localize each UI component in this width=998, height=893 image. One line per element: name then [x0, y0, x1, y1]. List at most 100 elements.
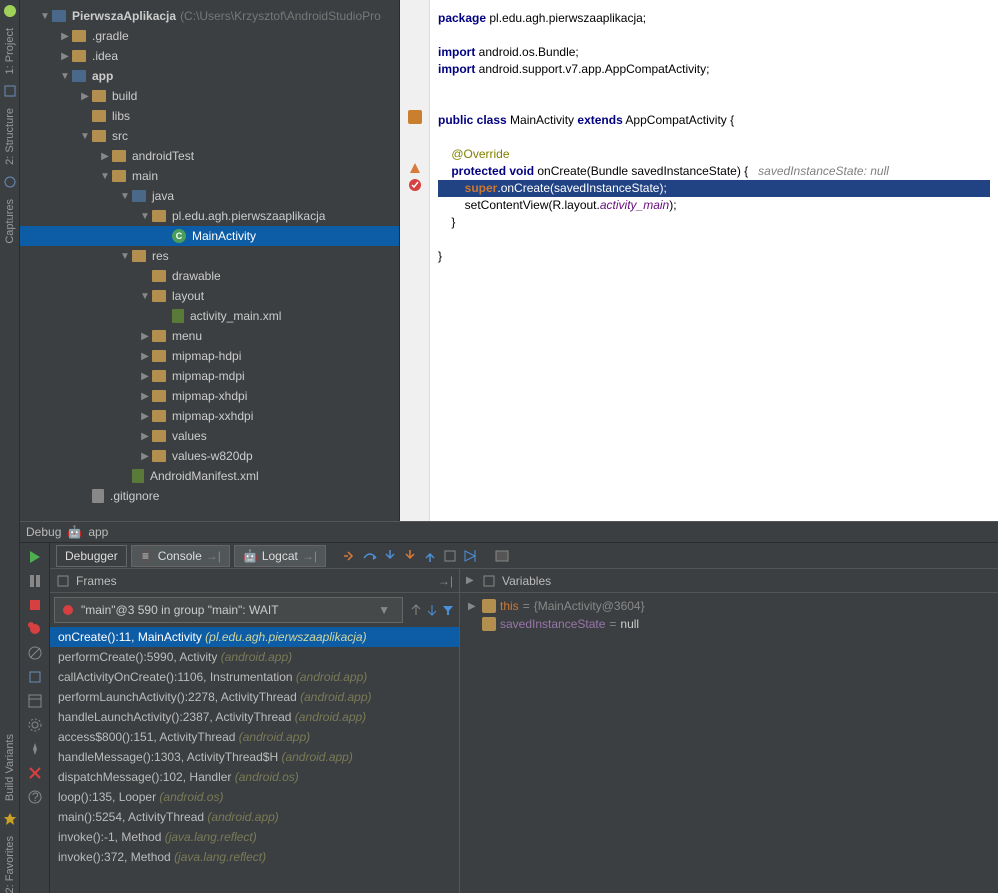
collapse-arrow-icon[interactable]: ▶: [60, 51, 70, 62]
tree-node-gitignore[interactable]: .gitignore: [20, 486, 399, 506]
step-over-icon[interactable]: [362, 548, 378, 564]
frame-row[interactable]: performLaunchActivity():2278, ActivityTh…: [50, 687, 459, 707]
tree-node-app[interactable]: ▼app: [20, 66, 399, 86]
variable-this[interactable]: ▶ this = {MainActivity@3604}: [468, 597, 990, 615]
tree-node-gradle[interactable]: ▶.gradle: [20, 26, 399, 46]
collapse-arrow-icon[interactable]: ▶: [100, 151, 110, 162]
structure-tool-tab[interactable]: 2: Structure: [4, 108, 16, 165]
collapse-arrow-icon[interactable]: ▶: [140, 371, 150, 382]
tree-node-drawable[interactable]: drawable: [20, 266, 399, 286]
get-thread-dump-icon[interactable]: [27, 669, 43, 685]
tree-node-androidtest[interactable]: ▶androidTest: [20, 146, 399, 166]
expand-arrow-icon[interactable]: ▼: [140, 291, 150, 302]
expand-arrow-icon[interactable]: ▼: [140, 211, 150, 222]
frame-row[interactable]: performCreate():5990, Activity (android.…: [50, 647, 459, 667]
restore-layout-icon[interactable]: [27, 693, 43, 709]
collapse-arrow-icon[interactable]: ▶: [140, 451, 150, 462]
collapse-arrow-icon[interactable]: ▶: [140, 391, 150, 402]
tree-node-libs[interactable]: libs: [20, 106, 399, 126]
frame-row[interactable]: onCreate():11, MainActivity (pl.edu.agh.…: [50, 627, 459, 647]
help-icon[interactable]: ?: [27, 789, 43, 805]
run-to-cursor-icon[interactable]: [462, 548, 478, 564]
prev-frame-icon[interactable]: [409, 603, 423, 617]
collapse-arrow-icon[interactable]: ▶: [80, 91, 90, 102]
frames-icon: [56, 574, 70, 588]
tree-node-manifest[interactable]: AndroidManifest.xml: [20, 466, 399, 486]
collapse-arrow-icon[interactable]: ▶: [140, 331, 150, 342]
tree-node-layout[interactable]: ▼layout: [20, 286, 399, 306]
tree-node-values[interactable]: ▶values: [20, 426, 399, 446]
close-icon[interactable]: [27, 765, 43, 781]
captures-tool-tab[interactable]: Captures: [4, 199, 16, 244]
frame-row[interactable]: access$800():151, ActivityThread (androi…: [50, 727, 459, 747]
expand-arrow-icon[interactable]: ▼: [100, 171, 110, 182]
resume-icon[interactable]: [27, 549, 43, 565]
frame-row[interactable]: loop():135, Looper (android.os): [50, 787, 459, 807]
mute-breakpoints-icon[interactable]: [27, 645, 43, 661]
show-execution-point-icon[interactable]: [342, 548, 358, 564]
tab-logcat[interactable]: 🤖Logcat→|: [234, 545, 326, 567]
collapse-arrow-icon[interactable]: ▶: [140, 431, 150, 442]
tree-node-mainactivity[interactable]: CMainActivity: [20, 226, 399, 246]
frame-row[interactable]: callActivityOnCreate():1106, Instrumenta…: [50, 667, 459, 687]
tree-node-mipmap-mdpi[interactable]: ▶mipmap-mdpi: [20, 366, 399, 386]
tree-node-idea[interactable]: ▶.idea: [20, 46, 399, 66]
step-out-icon[interactable]: [422, 548, 438, 564]
tree-node-mipmap-hdpi[interactable]: ▶mipmap-hdpi: [20, 346, 399, 366]
implement-up-icon[interactable]: [408, 161, 422, 176]
settings-icon[interactable]: [27, 717, 43, 733]
thread-selector[interactable]: "main"@3 590 in group "main": WAIT ▼: [54, 597, 403, 623]
view-breakpoints-icon[interactable]: [27, 621, 43, 637]
stop-icon[interactable]: [27, 597, 43, 613]
frame-row[interactable]: invoke():-1, Method (java.lang.reflect): [50, 827, 459, 847]
tree-node-src[interactable]: ▼src: [20, 126, 399, 146]
collapse-arrow-icon[interactable]: ▶: [140, 351, 150, 362]
expand-arrow-icon[interactable]: ▼: [40, 11, 50, 22]
expand-arrow-icon[interactable]: ▼: [60, 71, 70, 82]
code-editor[interactable]: package package pl.edu.agh.pierwszaaplik…: [400, 0, 998, 521]
evaluate-expression-icon[interactable]: [494, 548, 510, 564]
tree-node-activity-main-xml[interactable]: activity_main.xml: [20, 306, 399, 326]
frame-row[interactable]: invoke():372, Method (java.lang.reflect): [50, 847, 459, 867]
expand-arrow-icon[interactable]: ▼: [120, 191, 130, 202]
collapse-arrow-icon[interactable]: ▶: [466, 575, 476, 586]
tree-node-menu[interactable]: ▶menu: [20, 326, 399, 346]
drop-frame-icon[interactable]: [442, 548, 458, 564]
favorites-tool-tab[interactable]: 2: Favorites: [4, 836, 16, 893]
force-step-into-icon[interactable]: [402, 548, 418, 564]
breakpoint-checked-icon[interactable]: [408, 178, 422, 193]
next-frame-icon[interactable]: [425, 603, 439, 617]
collapse-arrow-icon[interactable]: ▶: [140, 411, 150, 422]
filter-icon[interactable]: [441, 603, 455, 617]
tree-node-res[interactable]: ▼res: [20, 246, 399, 266]
folder-icon: [152, 350, 166, 362]
tree-node-mipmap-xxhdpi[interactable]: ▶mipmap-xxhdpi: [20, 406, 399, 426]
pin-icon[interactable]: [27, 741, 43, 757]
code-content[interactable]: package package pl.edu.agh.pierwszaaplik…: [430, 0, 998, 521]
tree-node-build[interactable]: ▶build: [20, 86, 399, 106]
tab-debugger[interactable]: Debugger: [56, 545, 127, 567]
frame-row[interactable]: main():5254, ActivityThread (android.app…: [50, 807, 459, 827]
override-icon[interactable]: [408, 110, 422, 125]
tree-node-package[interactable]: ▼pl.edu.agh.pierwszaaplikacja: [20, 206, 399, 226]
hide-frames-icon[interactable]: →|: [438, 574, 453, 588]
frame-row[interactable]: handleLaunchActivity():2387, ActivityThr…: [50, 707, 459, 727]
variable-savedinstancestate[interactable]: savedInstanceState = null: [468, 615, 990, 633]
step-into-icon[interactable]: [382, 548, 398, 564]
frame-row[interactable]: dispatchMessage():102, Handler (android.…: [50, 767, 459, 787]
tree-node-mipmap-xhdpi[interactable]: ▶mipmap-xhdpi: [20, 386, 399, 406]
expand-arrow-icon[interactable]: ▼: [120, 251, 130, 262]
frame-row[interactable]: handleMessage():1303, ActivityThread$H (…: [50, 747, 459, 767]
tree-node-main[interactable]: ▼main: [20, 166, 399, 186]
expand-arrow-icon[interactable]: ▼: [80, 131, 90, 142]
tree-root[interactable]: ▼ PierwszaAplikacja (C:\Users\Krzysztof\…: [20, 6, 399, 26]
tree-node-java[interactable]: ▼java: [20, 186, 399, 206]
expand-arrow-icon[interactable]: ▶: [468, 601, 478, 612]
pause-icon[interactable]: [27, 573, 43, 589]
project-tool-tab[interactable]: 1: Project: [4, 28, 16, 74]
tab-console[interactable]: ≡Console→|: [131, 545, 230, 567]
collapse-arrow-icon[interactable]: ▶: [60, 31, 70, 42]
tree-node-values-w820dp[interactable]: ▶values-w820dp: [20, 446, 399, 466]
chevron-down-icon[interactable]: ▼: [372, 603, 396, 617]
build-variants-tool-tab[interactable]: Build Variants: [4, 734, 16, 801]
